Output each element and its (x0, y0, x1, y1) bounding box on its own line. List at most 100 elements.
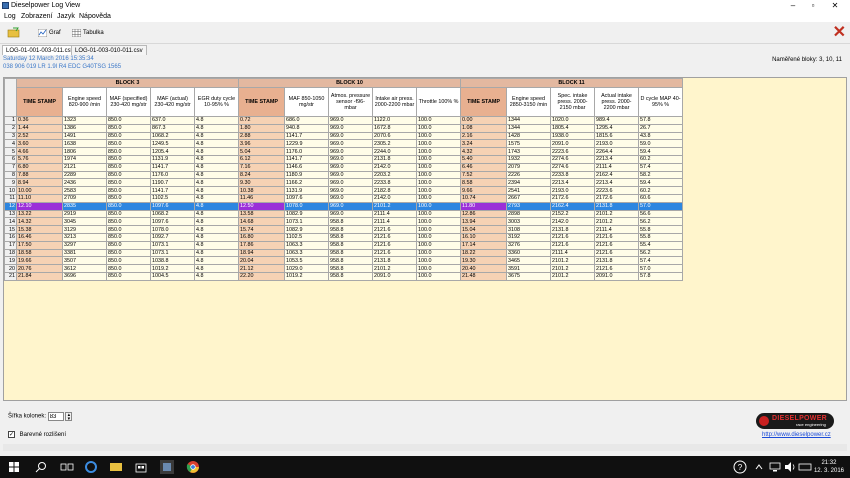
table-cell[interactable]: 969.0 (328, 186, 373, 195)
table-cell[interactable]: 2193.0 (550, 186, 595, 195)
table-cell[interactable]: 19.30 (460, 256, 507, 266)
row-number[interactable]: 18 (4, 248, 17, 258)
table-cell[interactable]: 100.0 (416, 232, 461, 242)
maximize-icon[interactable]: ▫ (806, 1, 820, 11)
table-cell[interactable]: 2213.4 (594, 154, 639, 164)
table-cell[interactable]: 6.80 (16, 162, 63, 172)
table-cell[interactable]: 1.80 (238, 123, 285, 133)
table-cell[interactable]: 100.0 (416, 186, 461, 195)
table-cell[interactable]: 4.8 (194, 131, 239, 141)
table-cell[interactable]: 20.40 (460, 264, 507, 273)
table-cell[interactable]: 1386 (62, 123, 107, 133)
table-cell[interactable]: 14.68 (238, 217, 285, 227)
tab-file-2[interactable]: LOG-01-003-010-011.csv (71, 45, 147, 55)
table-cell[interactable]: 850.0 (106, 225, 151, 234)
table-cell[interactable]: 4.66 (16, 147, 63, 156)
table-cell[interactable]: 0.72 (238, 116, 285, 125)
table-cell[interactable]: 3696 (62, 271, 107, 281)
table-cell[interactable]: 18.94 (238, 248, 285, 258)
table-cell[interactable]: 2193.0 (594, 139, 639, 149)
menu-view[interactable]: Zobrazení (21, 13, 53, 20)
table-cell[interactable]: 11.46 (238, 193, 285, 203)
table-cell[interactable]: 2121.6 (550, 232, 595, 242)
table-cell[interactable]: 2172.6 (594, 193, 639, 203)
table-cell[interactable]: 2919 (62, 209, 107, 219)
table-row[interactable]: 14 14.32 3045 850.0 1097.6 4.8 14.68 1073.1 958.… (4, 217, 683, 227)
table-cell[interactable]: 3003 (506, 217, 551, 227)
table-cell[interactable]: 55.8 (638, 225, 683, 234)
table-cell[interactable]: 16.80 (238, 232, 285, 242)
table-cell[interactable]: 1805.4 (550, 123, 595, 133)
table-cell[interactable]: 2121.6 (372, 248, 417, 258)
table-row[interactable]: 18 18.58 3381 850.0 1073.1 4.8 18.94 1063.3 958.… (4, 248, 683, 258)
row-number[interactable]: 19 (4, 256, 17, 266)
table-cell[interactable]: 2091.0 (594, 271, 639, 281)
table-cell[interactable]: 2121.6 (594, 232, 639, 242)
table-cell[interactable]: 940.8 (284, 123, 329, 133)
table-cell[interactable]: 2121.6 (372, 225, 417, 234)
table-cell[interactable]: 969.0 (328, 116, 373, 125)
table-cell[interactable]: 3213 (62, 232, 107, 242)
row-number[interactable]: 2 (4, 123, 17, 133)
task-view-icon[interactable] (60, 460, 74, 474)
row-number[interactable]: 17 (4, 240, 17, 250)
table-cell[interactable]: 5.40 (460, 154, 507, 164)
table-cell[interactable]: 15.04 (460, 225, 507, 234)
table-cell[interactable]: 2.16 (460, 131, 507, 141)
table-cell[interactable]: 2203.2 (372, 170, 417, 180)
table-cell[interactable]: 4.8 (194, 240, 239, 250)
table-cell[interactable]: 1020.0 (550, 116, 595, 125)
row-number[interactable]: 7 (4, 162, 17, 172)
column-header[interactable]: MAF (actual) 230-420 mg/str (150, 87, 195, 117)
table-cell[interactable]: 958.8 (328, 271, 373, 281)
table-row[interactable]: 7 6.80 2121 850.0 1141.7 4.8 7.16 1146.6 969.0 21… (4, 162, 683, 172)
table-cell[interactable]: 1932 (506, 154, 551, 164)
table-cell[interactable]: 3381 (62, 248, 107, 258)
table-cell[interactable]: 8.24 (238, 170, 285, 180)
table-cell[interactable]: 850.0 (106, 162, 151, 172)
table-cell[interactable]: 2121.6 (594, 264, 639, 273)
table-cell[interactable]: 969.0 (328, 193, 373, 203)
table-cell[interactable]: 4.8 (194, 162, 239, 172)
table-cell[interactable]: 60.2 (638, 154, 683, 164)
table-cell[interactable]: 969.0 (328, 154, 373, 164)
table-cell[interactable]: 958.8 (328, 264, 373, 273)
store-icon[interactable] (134, 460, 148, 474)
table-cell[interactable]: 850.0 (106, 170, 151, 180)
table-cell[interactable]: 989.4 (594, 116, 639, 125)
table-cell[interactable]: 1806 (62, 147, 107, 156)
table-cell[interactable]: 2091.0 (550, 139, 595, 149)
table-row[interactable]: 10 10.00 2583 850.0 1141.7 4.8 10.38 1131.9 969.… (4, 186, 683, 195)
table-cell[interactable]: 2121.6 (594, 248, 639, 258)
edge-browser-icon[interactable] (84, 460, 98, 474)
table-row[interactable]: 6 5.76 1974 850.0 1131.9 4.8 6.12 1141.7 969.0 21… (4, 154, 683, 164)
table-cell[interactable]: 4.8 (194, 232, 239, 242)
table-cell[interactable]: 1141.7 (284, 154, 329, 164)
row-number[interactable]: 6 (4, 154, 17, 164)
table-cell[interactable]: 2131.8 (594, 256, 639, 266)
table-cell[interactable]: 4.8 (194, 248, 239, 258)
table-cell[interactable]: 1068.2 (150, 209, 195, 219)
table-cell[interactable]: 1323 (62, 116, 107, 125)
table-cell[interactable]: 10.00 (16, 186, 63, 195)
table-cell[interactable]: 1078.0 (150, 225, 195, 234)
row-number[interactable]: 14 (4, 217, 17, 227)
table-cell[interactable]: 2162.4 (594, 170, 639, 180)
table-cell[interactable]: 14.32 (16, 217, 63, 227)
table-row[interactable]: 5 4.66 1806 850.0 1205.4 4.8 5.04 1176.0 969.0 22… (4, 147, 683, 156)
table-cell[interactable]: 4.8 (194, 256, 239, 266)
table-row[interactable]: 8 7.88 2289 850.0 1176.0 4.8 8.24 1180.9 969.0 22… (4, 170, 683, 180)
table-cell[interactable]: 100.0 (416, 240, 461, 250)
table-cell[interactable]: 11.10 (16, 193, 63, 203)
table-cell[interactable]: 850.0 (106, 116, 151, 125)
table-cell[interactable]: 1004.5 (150, 271, 195, 281)
table-cell[interactable]: 969.0 (328, 139, 373, 149)
table-cell[interactable]: 2121.6 (594, 240, 639, 250)
column-header[interactable]: Throttle 100% % (416, 87, 461, 117)
table-cell[interactable]: 1092.7 (150, 232, 195, 242)
table-cell[interactable]: 1082.9 (284, 225, 329, 234)
table-cell[interactable]: 1672.8 (372, 123, 417, 133)
table-cell[interactable]: 1.44 (16, 123, 63, 133)
table-cell[interactable]: 2.52 (16, 131, 63, 141)
table-cell[interactable]: 16.46 (16, 232, 63, 242)
